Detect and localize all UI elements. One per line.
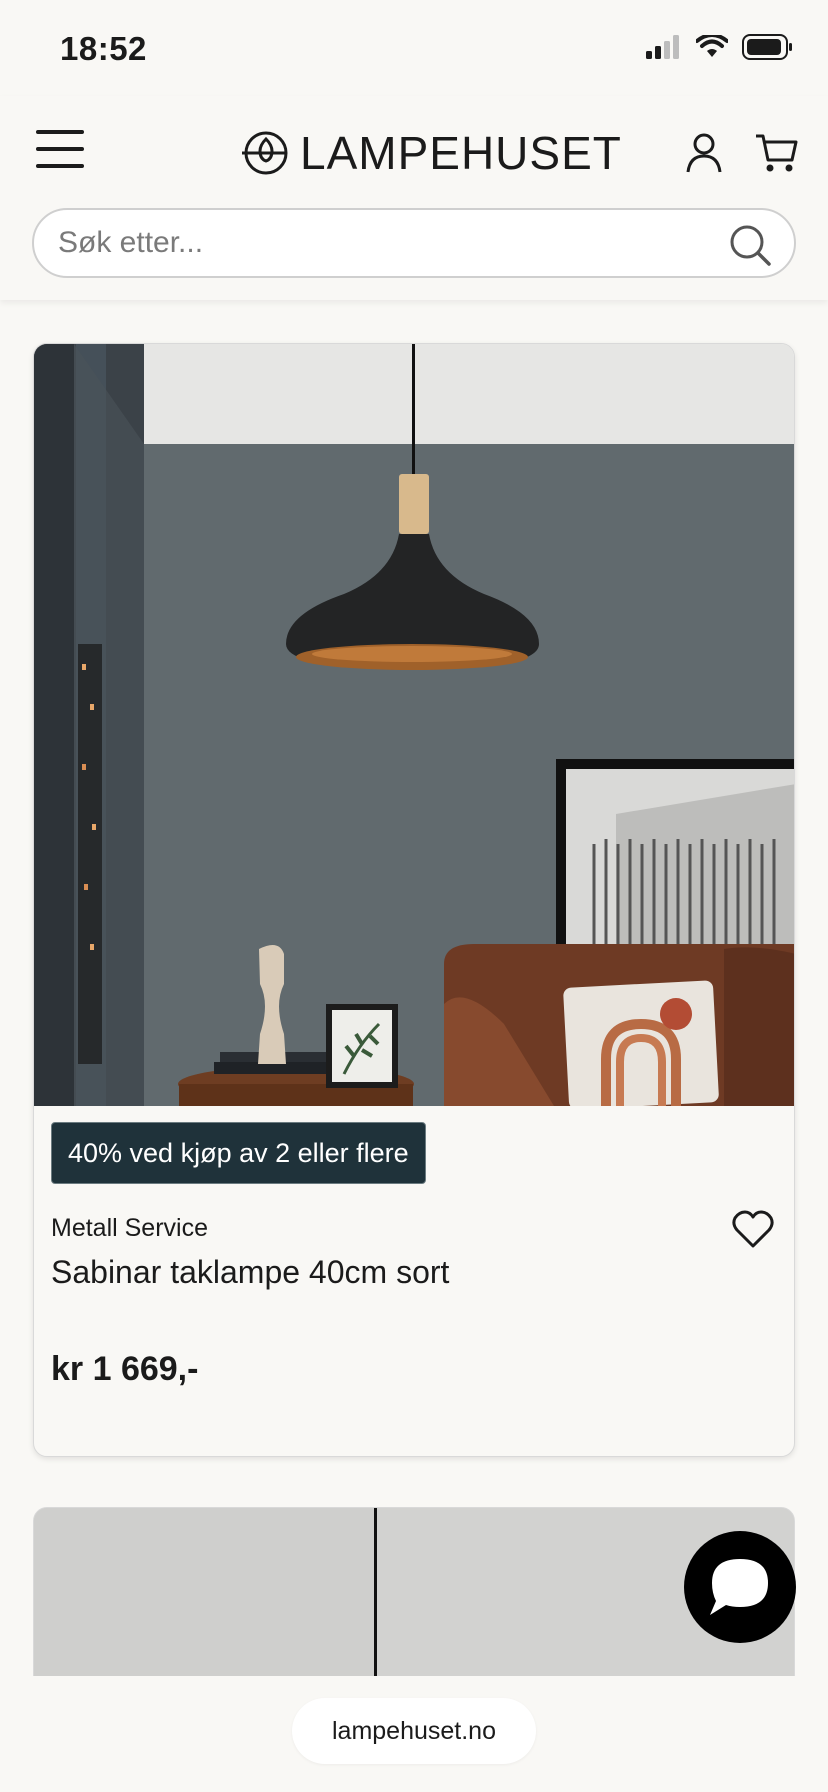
product-price: kr 1 669,- <box>51 1350 199 1388</box>
browser-bar: lampehuset.no <box>0 1676 828 1792</box>
menu-button[interactable] <box>36 130 84 174</box>
user-icon[interactable] <box>684 132 724 174</box>
product-image[interactable] <box>34 344 795 1106</box>
chat-bubble-icon <box>710 1559 768 1615</box>
brand-name: LAMPEHUSET <box>300 127 622 179</box>
battery-icon <box>742 34 792 60</box>
search-input[interactable] <box>58 226 678 260</box>
site-logo[interactable]: LAMPEHUSET <box>240 126 622 180</box>
hamburger-menu-icon <box>36 130 84 134</box>
product-name[interactable]: Sabinar taklampe 40cm sort <box>51 1254 449 1291</box>
hamburger-line <box>36 147 84 151</box>
search-bar[interactable] <box>32 208 796 278</box>
product-card[interactable]: 40% ved kjøp av 2 eller flere Metall Ser… <box>33 343 795 1457</box>
search-icon[interactable] <box>728 223 772 267</box>
lamp-logo-icon <box>242 131 288 175</box>
signal-icon <box>646 35 679 59</box>
site-header: LAMPEHUSET <box>0 96 828 300</box>
status-bar: 18:52 <box>0 0 828 96</box>
promo-badge: 40% ved kjøp av 2 eller flere <box>51 1122 426 1184</box>
cart-icon[interactable] <box>754 132 798 174</box>
heart-icon[interactable] <box>732 1210 774 1250</box>
chat-button[interactable] <box>684 1531 796 1643</box>
status-time: 18:52 <box>60 30 147 67</box>
status-icons <box>646 34 794 60</box>
product-brand: Metall Service <box>51 1214 208 1242</box>
wifi-icon <box>696 35 728 57</box>
url-field[interactable]: lampehuset.no <box>292 1698 536 1764</box>
hamburger-line <box>36 164 84 168</box>
